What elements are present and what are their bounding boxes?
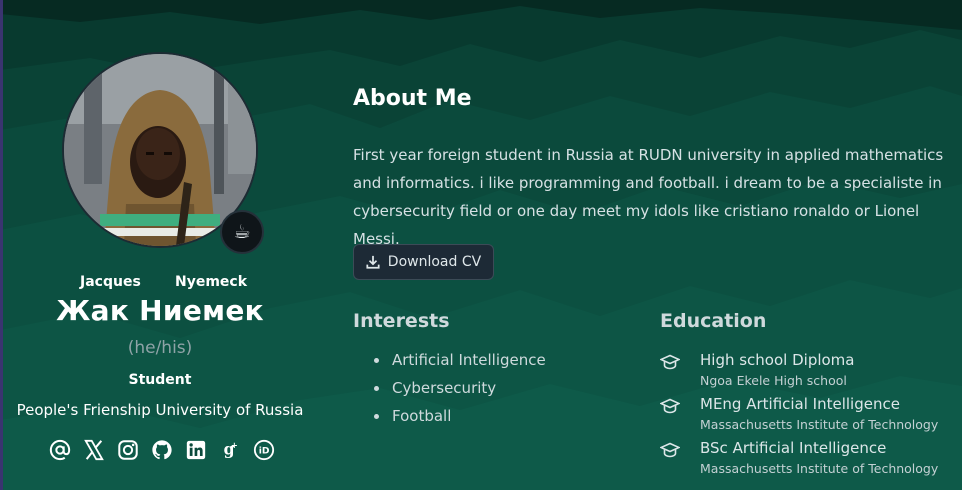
organization: People's Frienship University of Russia <box>16 401 304 419</box>
list-item: Football <box>353 402 546 430</box>
instagram-icon[interactable] <box>116 438 140 462</box>
interests-list: Artificial Intelligence Cybersecurity Fo… <box>353 346 546 430</box>
education-institution: Ngoa Ekele High school <box>700 373 847 388</box>
last-name: Nyemeck <box>175 274 248 290</box>
education-institution: Massachusetts Institute of Technology <box>700 461 939 476</box>
avatar-container: ☕ <box>62 52 264 254</box>
orcid-icon[interactable]: iD <box>252 438 276 462</box>
download-cv-label: Download CV <box>387 254 482 270</box>
education-institution: Massachusetts Institute of Technology <box>700 417 939 432</box>
download-cv-button[interactable]: Download CV <box>353 244 494 280</box>
about-title: About Me <box>353 86 472 111</box>
pronouns: (he/his) <box>127 338 193 358</box>
interests-title: Interests <box>353 310 450 332</box>
education-degree: MEng Artificial Intelligence <box>700 395 900 413</box>
linkedin-icon[interactable] <box>184 438 208 462</box>
graduation-cap-icon <box>660 398 680 414</box>
education-degree: BSc Artificial Intelligence <box>700 439 887 457</box>
github-icon[interactable] <box>150 438 174 462</box>
name-parts: Jacques Nyemeck <box>60 274 260 294</box>
download-icon <box>366 255 380 269</box>
svg-text:+: + <box>231 440 238 450</box>
list-item: Cybersecurity <box>353 374 546 402</box>
social-links: g + iD <box>48 437 278 463</box>
list-item: Artificial Intelligence <box>353 346 546 374</box>
display-name: Жак Ниемек <box>56 294 264 327</box>
email-icon[interactable] <box>48 438 72 462</box>
education-degree: High school Diploma <box>700 351 855 369</box>
graduation-cap-icon <box>660 354 680 370</box>
status-emoji-badge[interactable]: ☕ <box>220 210 264 254</box>
google-scholar-icon[interactable]: g + <box>218 438 242 462</box>
first-name: Jacques <box>80 274 141 290</box>
role-title: Student <box>128 372 192 388</box>
svg-text:iD: iD <box>259 446 270 457</box>
about-text: First year foreign student in Russia at … <box>353 146 944 248</box>
x-twitter-icon[interactable] <box>82 438 106 462</box>
coffee-icon: ☕ <box>233 220 251 243</box>
education-title: Education <box>660 310 767 332</box>
profile-card: ☕ Jacques Nyemeck Жак Ниемек (he/his) St… <box>0 0 320 490</box>
graduation-cap-icon <box>660 442 680 458</box>
